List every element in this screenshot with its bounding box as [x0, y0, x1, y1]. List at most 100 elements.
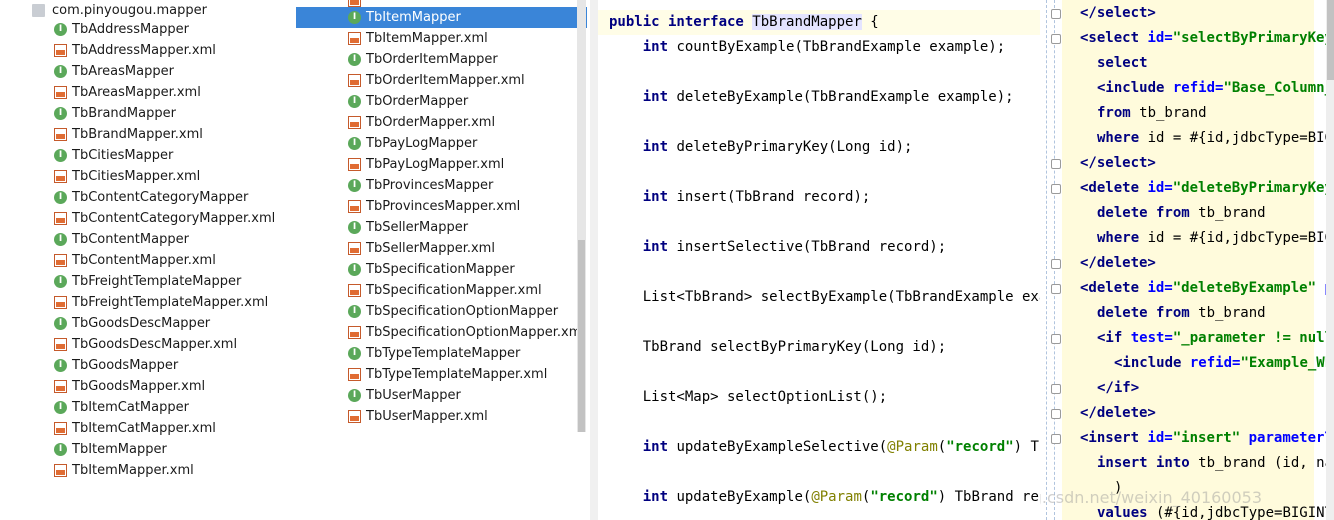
fold-marker-icon[interactable] — [1051, 34, 1061, 44]
tree-item[interactable]: TbOrderMapper.xml — [296, 112, 587, 133]
tree-item[interactable]: TbAreasMapper.xml — [0, 82, 296, 103]
code-token: delete from — [1097, 205, 1190, 221]
fold-marker-icon[interactable] — [1051, 159, 1061, 169]
tree-item[interactable]: TbTypeTemplateMapper.xml — [296, 364, 587, 385]
fold-marker-icon[interactable] — [1051, 334, 1061, 344]
fold-marker-icon[interactable] — [1051, 259, 1061, 269]
package-row[interactable]: com.pinyougou.mapper — [18, 0, 296, 21]
tree-item[interactable]: I TbAddressMapper — [0, 19, 296, 40]
tree-item[interactable]: I TbCitiesMapper — [0, 145, 296, 166]
code-line: int deleteByExample(TbBrandExample examp… — [609, 85, 1014, 110]
tree-item[interactable]: I TbContentMapper — [0, 229, 296, 250]
code-line: <insert id="insert" parameterType= — [1080, 426, 1334, 451]
tree-item-label: TbFreightTemplateMapper — [72, 274, 242, 289]
tree-item[interactable]: TbContentCategoryMapper.xml — [0, 208, 296, 229]
code-token: </select> — [1080, 155, 1156, 171]
tree-item[interactable]: I TbItemMapper — [296, 7, 587, 28]
fold-marker-icon[interactable] — [1051, 434, 1061, 444]
fold-marker-icon[interactable] — [1051, 384, 1061, 394]
code-line: List<TbBrand> selectByExample(TbBrandExa… — [609, 285, 1040, 310]
xml-code-editor[interactable]: </select> <select id="selectByPrimaryKey"… — [1040, 0, 1334, 520]
xml-file-icon — [54, 464, 67, 477]
tree-item-label: TbProvincesMapper.xml — [366, 199, 521, 214]
tree-item[interactable]: TbSpecificationOptionMapper.xml — [296, 322, 587, 343]
code-token: int — [642, 139, 669, 155]
fold-marker-icon[interactable] — [1051, 9, 1061, 19]
code-token: <include — [1114, 355, 1190, 371]
tree-item-label: TbBrandMapper — [72, 106, 176, 121]
tree-item-label: TbUserMapper.xml — [366, 409, 488, 424]
interface-icon: I — [54, 107, 67, 120]
tree-item[interactable]: I TbSpecificationOptionMapper — [296, 301, 587, 322]
interface-icon: I — [348, 347, 361, 360]
xml-editor-scrollbar-thumb[interactable] — [1327, 0, 1334, 80]
code-line: public interface TbBrandMapper { — [609, 10, 879, 35]
tree-item[interactable]: I TbOrderItemMapper — [296, 49, 587, 70]
tree-item[interactable]: I TbGoodsDescMapper — [0, 313, 296, 334]
tree-item[interactable]: I TbSpecificationMapper — [296, 259, 587, 280]
tree-item[interactable]: TbFreightTemplateMapper.xml — [0, 292, 296, 313]
tree-item[interactable]: TbItemMapper.xml — [0, 460, 296, 481]
java-code-editor[interactable]: public interface TbBrandMapper { int cou… — [598, 0, 1040, 520]
code-token: "record" — [870, 489, 938, 505]
tree-item[interactable]: I TbProvincesMapper — [296, 175, 587, 196]
tree-item[interactable]: I TbAreasMapper — [0, 61, 296, 82]
fold-marker-icon[interactable] — [1051, 284, 1061, 294]
pane-divider[interactable] — [590, 0, 598, 520]
tree-item[interactable]: TbUserMapper.xml — [296, 406, 587, 427]
code-token: <select — [1080, 30, 1148, 46]
tree-item[interactable]: TbContentMapper.xml — [0, 250, 296, 271]
tree-item[interactable]: I TbFreightTemplateMapper — [0, 271, 296, 292]
xml-file-icon — [54, 128, 67, 141]
tree-item[interactable]: TbOrderItemMapper.xml — [296, 70, 587, 91]
tree-item[interactable]: TbSellerMapper.xml — [296, 238, 587, 259]
code-token: id= — [1147, 180, 1173, 196]
interface-icon: I — [348, 389, 361, 402]
tree-item-label: TbItemCatMapper — [72, 400, 189, 415]
code-token: <delete — [1080, 280, 1148, 296]
code-line: delete from tb_brand — [1097, 201, 1266, 226]
interface-icon: I — [54, 233, 67, 246]
tree-item[interactable]: I TbGoodsMapper — [0, 355, 296, 376]
tree-item[interactable]: TbAddressMapper.xml — [0, 40, 296, 61]
code-token: <if — [1097, 330, 1131, 346]
tree-item[interactable]: TbSpecificationMapper.xml — [296, 280, 587, 301]
tree-item[interactable]: TbGoodsDescMapper.xml — [0, 334, 296, 355]
tree-item[interactable]: I TbItemCatMapper — [0, 397, 296, 418]
code-token: insertSelective(TbBrand record); — [668, 239, 947, 255]
code-token: </delete> — [1080, 255, 1156, 271]
tree-item[interactable]: I TbUserMapper — [296, 385, 587, 406]
tree-item[interactable]: I TbPayLogMapper — [296, 133, 587, 154]
code-line: </select> — [1080, 1, 1156, 26]
xml-file-icon — [54, 254, 67, 267]
tree-item[interactable]: TbGoodsMapper.xml — [0, 376, 296, 397]
tree-item[interactable]: TbPayLogMapper.xml — [296, 154, 587, 175]
middle-tree-scrollbar-thumb[interactable] — [578, 240, 585, 432]
tree-item[interactable]: TbCitiesMapper.xml — [0, 166, 296, 187]
tree-item[interactable]: I TbSellerMapper — [296, 217, 587, 238]
tree-item[interactable]: TbBrandMapper.xml — [0, 124, 296, 145]
tree-item[interactable]: TbItemCatMapper.xml — [0, 418, 296, 439]
tree-item[interactable]: I TbOrderMapper — [296, 91, 587, 112]
xml-file-icon — [348, 116, 361, 129]
xml-editor-scrollbar[interactable] — [1326, 0, 1334, 520]
interface-icon: I — [348, 221, 361, 234]
tree-item[interactable]: I TbContentCategoryMapper — [0, 187, 296, 208]
code-token: id= — [1147, 30, 1173, 46]
tree-item[interactable]: I TbTypeTemplateMapper — [296, 343, 587, 364]
code-line: int insertSelective(TbBrand record); — [609, 235, 946, 260]
tree-item[interactable]: I TbBrandMapper — [0, 103, 296, 124]
tree-item[interactable]: I TbItemMapper — [0, 439, 296, 460]
tree-item-label: TbOrderItemMapper — [366, 52, 498, 67]
tree-item[interactable]: TbProvincesMapper.xml — [296, 196, 587, 217]
tree-item-label: TbItemMapper.xml — [366, 31, 488, 46]
tree-item[interactable]: TbItemMapper.xml — [296, 28, 587, 49]
middle-tree-scrollbar[interactable] — [577, 0, 586, 432]
fold-marker-icon[interactable] — [1051, 409, 1061, 419]
fold-marker-icon[interactable] — [1051, 184, 1061, 194]
code-line: <include refid="Base_Column_List" /> — [1097, 76, 1334, 101]
project-tree-left[interactable]: com.pinyougou.mapper I TbAddressMapper TbA… — [0, 0, 296, 520]
project-tree-middle[interactable]: I TbItemMapper TbItemMapper.xml I TbOrderIte… — [296, 0, 590, 520]
code-line: int deleteByPrimaryKey(Long id); — [609, 135, 913, 160]
